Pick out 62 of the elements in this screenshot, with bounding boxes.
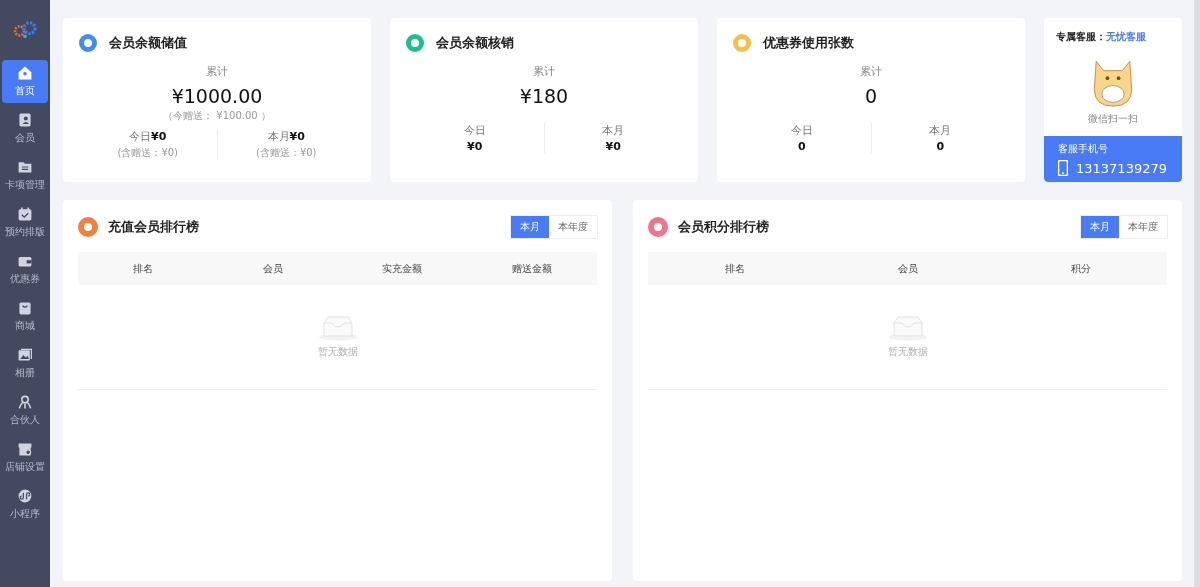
- home-icon: [17, 65, 33, 81]
- bag-icon: [17, 300, 33, 316]
- people-icon: [17, 394, 33, 410]
- card-title: 优惠券使用张数: [763, 34, 854, 52]
- sidebar-item[interactable]: 合伙人: [2, 389, 48, 432]
- sidebar-item[interactable]: 首页: [2, 60, 48, 103]
- sidebar-item[interactable]: 相册: [2, 342, 48, 385]
- total-value: ¥180: [519, 85, 569, 107]
- sidebar-item[interactable]: 会员: [2, 107, 48, 150]
- card-title: 会员余额储值: [109, 34, 187, 52]
- sidebar-item[interactable]: 商城: [2, 295, 48, 338]
- period-value: 0: [797, 140, 806, 153]
- column-header: 会员: [261, 261, 284, 276]
- total-label: 累计: [533, 64, 555, 79]
- gift-note: (含赠送：¥0): [117, 146, 178, 160]
- gift-note: （今赠送： ¥100.00 ）: [163, 109, 271, 123]
- phone-label: 客服手机号: [1058, 142, 1109, 156]
- card-title: 充值会员排行榜: [108, 218, 199, 236]
- sidebar-item[interactable]: 店铺设置: [2, 436, 48, 479]
- photo-icon: [17, 347, 33, 363]
- period-label: 本月: [602, 123, 625, 138]
- period-label: 今日: [463, 123, 486, 138]
- card-title: 会员积分排行榜: [678, 218, 769, 236]
- period-value: 本月¥0: [267, 129, 305, 144]
- service-label: 专属客服：: [1056, 31, 1106, 42]
- period-tab[interactable]: 本月: [1081, 216, 1119, 238]
- folder-icon: [17, 159, 33, 175]
- sidebar-item[interactable]: 优惠券: [2, 248, 48, 291]
- period-tab[interactable]: 本月: [511, 216, 549, 238]
- total-label: 累计: [860, 64, 882, 79]
- column-header: 实充金额: [381, 261, 424, 276]
- service-name: 无忧客服: [1106, 31, 1146, 42]
- sidebar-item[interactable]: 卡项管理: [2, 154, 48, 197]
- period-value: ¥0: [605, 140, 621, 153]
- phone-icon: [1058, 160, 1068, 176]
- phone-number: 13137139279: [1076, 160, 1167, 176]
- shop-icon: [17, 441, 33, 457]
- column-header: 会员: [896, 261, 919, 276]
- total-value: ¥1000.00: [171, 85, 263, 107]
- sidebar-item[interactable]: 预约排版: [2, 201, 48, 244]
- total-value: 0: [864, 85, 878, 107]
- column-header: 排名: [723, 261, 746, 276]
- period-value: 今日¥0: [129, 129, 167, 144]
- empty-inbox-icon: [317, 315, 358, 341]
- gift-note: (含赠送：¥0): [256, 146, 317, 160]
- column-header: 积分: [1069, 261, 1092, 276]
- sidebar-item[interactable]: 小程序: [2, 483, 48, 526]
- period-value: ¥0: [467, 140, 483, 153]
- column-header: 赠送金额: [511, 261, 554, 276]
- period-value: 0: [936, 140, 945, 153]
- total-label: 累计: [206, 64, 228, 79]
- period-label: 今日: [790, 123, 813, 138]
- period-label: 本月: [929, 123, 952, 138]
- member-icon: [17, 112, 33, 128]
- scan-caption: 微信扫一扫: [1088, 112, 1138, 126]
- column-header: 排名: [131, 261, 154, 276]
- card-title: 会员余额核销: [436, 34, 514, 52]
- gears-logo-icon: [11, 20, 39, 40]
- empty-text: 暂无数据: [887, 345, 928, 359]
- empty-text: 暂无数据: [317, 345, 358, 359]
- empty-inbox-icon: [887, 315, 928, 341]
- calendar-icon: [17, 206, 33, 222]
